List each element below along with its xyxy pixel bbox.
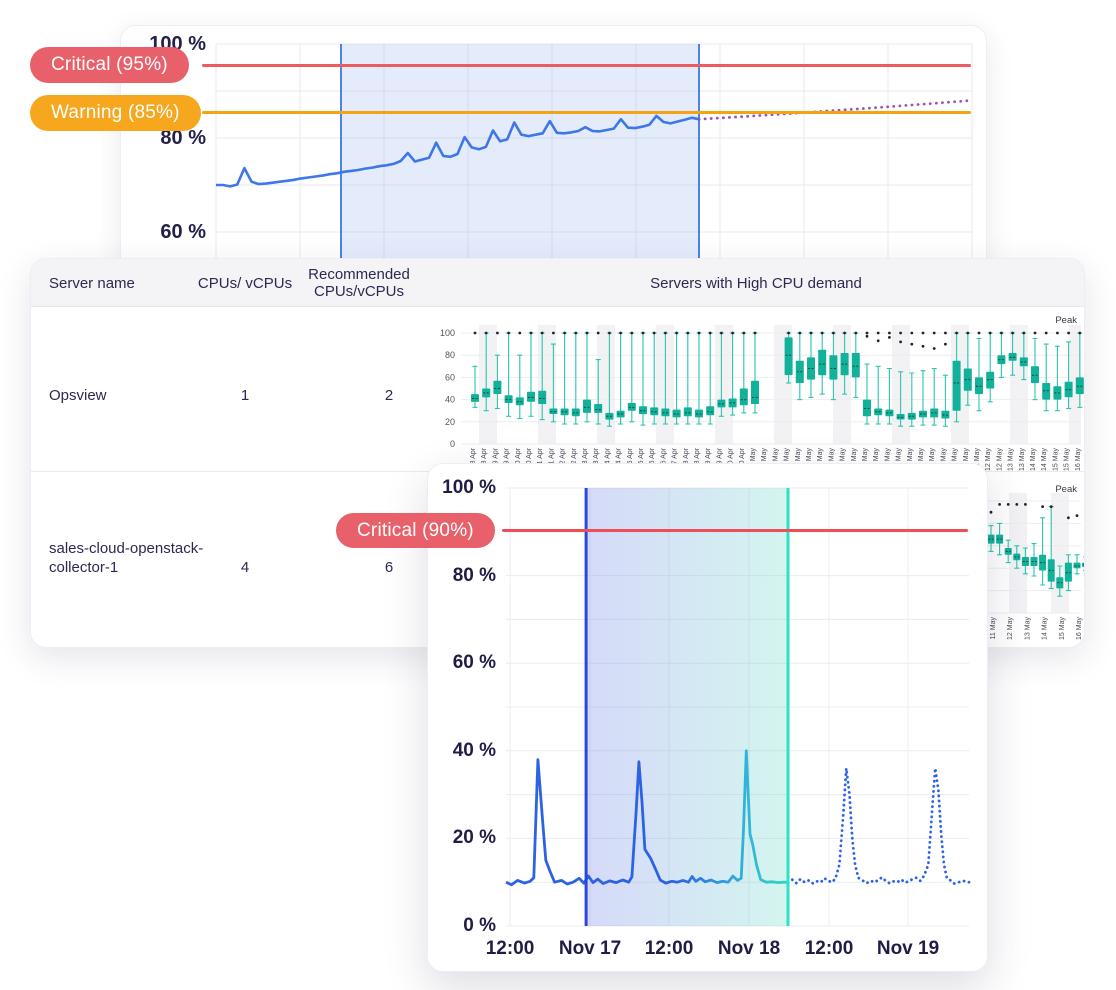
svg-text:16 May: 16 May — [1075, 448, 1082, 471]
svg-text:14 May: 14 May — [1042, 617, 1049, 640]
svg-text:15 May: 15 May — [1059, 617, 1066, 640]
y-tick-40: 40 % — [428, 740, 496, 762]
svg-text:15 May: 15 May — [1052, 448, 1059, 471]
svg-text:60: 60 — [445, 372, 455, 382]
svg-text:13 May: 13 May — [1019, 448, 1026, 471]
cpus-cell: 4 — [185, 559, 305, 576]
x-tick-1200a: 12:00 — [465, 938, 555, 960]
svg-text:12 May: 12 May — [996, 448, 1003, 471]
server-name-cell: Opsview — [49, 387, 107, 404]
svg-text:100: 100 — [440, 328, 455, 338]
y-tick-60: 60 % — [428, 652, 496, 674]
y-tick-80: 80 % — [428, 565, 496, 587]
svg-text:15 May: 15 May — [1064, 448, 1071, 471]
critical-95-badge: Critical (95%) — [30, 47, 189, 83]
svg-text:20: 20 — [445, 417, 455, 427]
y-tick-20: 20 % — [428, 827, 496, 849]
cpus-cell: 1 — [185, 387, 305, 404]
x-tick-nov19: Nov 19 — [863, 938, 953, 960]
critical-90-badge: Critical (90%) — [336, 513, 495, 548]
critical-90-threshold-line — [502, 529, 968, 532]
x-tick-1200c: 12:00 — [784, 938, 874, 960]
warning-85-badge: Warning (85%) — [30, 95, 201, 131]
svg-text:80: 80 — [445, 350, 455, 360]
svg-text:13 May: 13 May — [1008, 448, 1015, 471]
capacity-planner-dashboard: 100 % 80 % 60 % Server name CPUs/ vCPUs … — [0, 0, 1116, 990]
svg-text:11 May: 11 May — [990, 617, 997, 640]
cpu-usage-forecast-chart[interactable] — [428, 464, 988, 972]
peak-label: Peak — [1017, 315, 1077, 326]
critical-threshold-line — [202, 64, 971, 67]
svg-text:13 May: 13 May — [1024, 617, 1031, 640]
cpu-usage-forecast-card: 100 % 80 % 60 % 40 % 20 % 0 % 12:00 Nov … — [427, 463, 988, 972]
x-tick-1200b: 12:00 — [624, 938, 714, 960]
warning-threshold-line — [202, 111, 971, 114]
y-tick-60: 60 % — [126, 221, 206, 244]
y-tick-0: 0 % — [428, 915, 496, 937]
x-tick-nov18: Nov 18 — [704, 938, 794, 960]
svg-text:14 May: 14 May — [1041, 448, 1048, 471]
svg-text:16 May: 16 May — [1076, 617, 1083, 640]
y-tick-100: 100 % — [428, 477, 496, 499]
recommended-cpus-cell: 2 — [319, 387, 459, 404]
x-tick-nov17: Nov 17 — [545, 938, 635, 960]
svg-text:12 May: 12 May — [1007, 617, 1014, 640]
peak-label: Peak — [1017, 484, 1077, 495]
svg-text:0: 0 — [450, 439, 455, 449]
svg-text:14 May: 14 May — [1030, 448, 1037, 471]
